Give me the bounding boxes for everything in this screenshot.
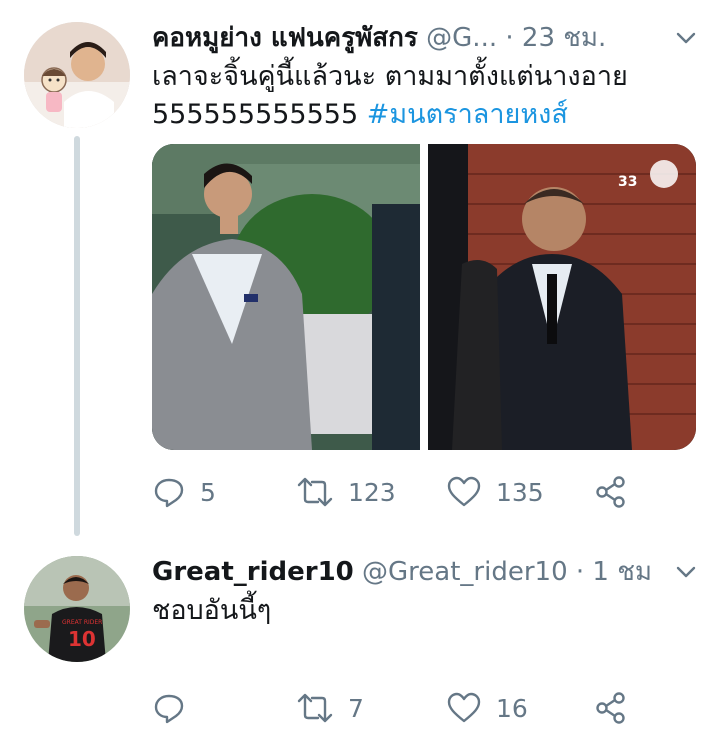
share-icon [596, 692, 625, 724]
tweet-header: คอหมูย่าง แฟนครูพัสกร @G... · 23 ชม. [152, 18, 650, 58]
share-button[interactable] [594, 472, 628, 512]
hashtag-link[interactable]: #มนตราลายหงส์ [367, 99, 568, 130]
avatar[interactable]: GREAT RIDER 10 [24, 556, 130, 662]
heart-icon [447, 476, 481, 507]
heart-icon [447, 692, 481, 723]
tweet-text: เลาจะจิ้นคู่นี้แล้วนะ ตามมาตั้งแต่นางอาย… [152, 58, 680, 134]
retweet-button[interactable]: 7 [296, 688, 364, 728]
retweet-icon [297, 477, 333, 507]
media-grid[interactable]: 33 [152, 144, 696, 450]
separator-dot: · [575, 557, 585, 587]
tweet-body: ชอบอันนี้ๆ [152, 595, 272, 626]
like-count: 16 [496, 693, 528, 723]
reply-icon [154, 478, 184, 508]
display-name[interactable]: Great_rider10 [152, 557, 354, 587]
reply-button[interactable] [152, 688, 200, 728]
like-count: 135 [496, 477, 544, 507]
chevron-down-icon[interactable] [674, 560, 698, 584]
tweet-actions: 5 123 135 [152, 472, 692, 512]
retweet-count: 123 [348, 477, 396, 507]
like-button[interactable]: 16 [446, 688, 528, 728]
share-button[interactable] [594, 688, 628, 728]
chevron-down-icon[interactable] [674, 26, 698, 50]
tweet-header: Great_rider10 @Great_rider10 · 1 ชม. [152, 552, 650, 592]
tweet-1[interactable]: คอหมูย่าง แฟนครูพัสกร @G... · 23 ชม. เลา… [0, 0, 720, 540]
avatar-image [24, 22, 130, 128]
tweet-actions: 7 16 [152, 688, 692, 728]
avatar-image: GREAT RIDER 10 [24, 556, 130, 662]
retweet-icon [297, 693, 333, 723]
thread-line [74, 136, 80, 536]
retweet-count: 7 [348, 693, 364, 723]
tweet-2[interactable]: GREAT RIDER 10 Great_rider10 @Great_ride… [0, 540, 720, 748]
separator-dot: · [505, 23, 514, 53]
svg-text:10: 10 [68, 627, 96, 651]
display-name[interactable]: คอหมูย่าง แฟนครูพัสกร [152, 23, 418, 53]
media-photos: 33 [152, 144, 696, 450]
timestamp[interactable]: 1 ชม. [592, 557, 650, 587]
reply-count: 5 [200, 477, 216, 507]
like-button[interactable]: 135 [446, 472, 544, 512]
timestamp[interactable]: 23 ชม. [522, 23, 606, 53]
user-handle[interactable]: @Great_rider10 [362, 557, 568, 587]
user-handle[interactable]: @G... [426, 23, 497, 53]
svg-text:GREAT RIDER: GREAT RIDER [62, 619, 102, 626]
share-icon [596, 476, 625, 508]
avatar[interactable] [24, 22, 130, 128]
reply-icon [154, 694, 184, 724]
channel-badge: 33 [618, 174, 637, 190]
retweet-button[interactable]: 123 [296, 472, 396, 512]
tweet-text: ชอบอันนี้ๆ [152, 592, 680, 630]
reply-button[interactable]: 5 [152, 472, 216, 512]
